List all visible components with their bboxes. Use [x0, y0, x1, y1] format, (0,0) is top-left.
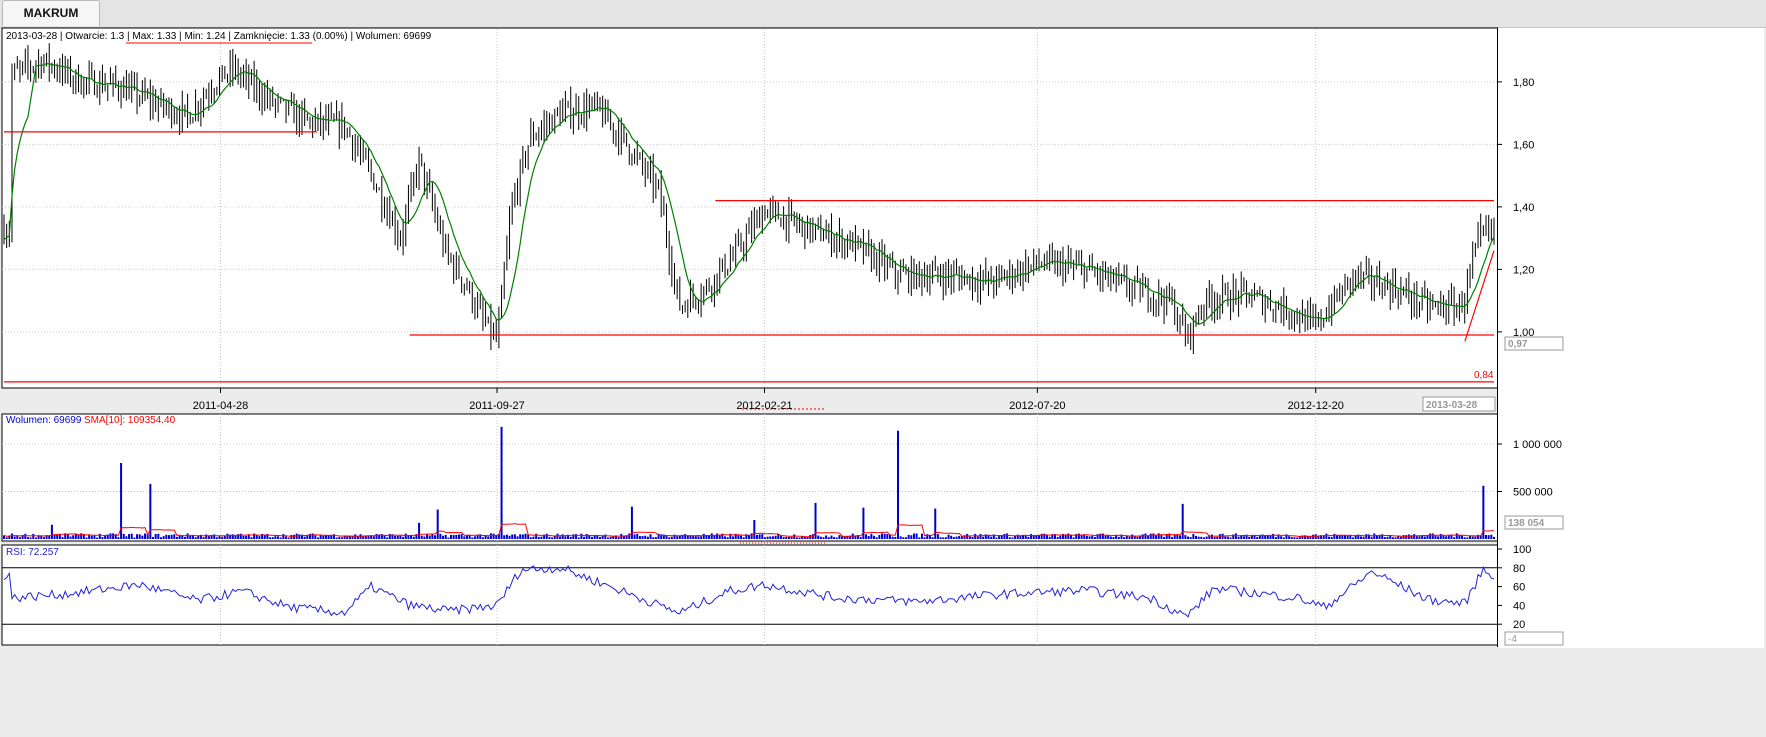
x-tick-label: 2011-09-27 [469, 400, 524, 412]
x-tick-label: 2011-04-28 [193, 400, 248, 412]
chart-svg[interactable]: 2011-04-28 2011-09-27 2012-02-21 2012-07-20… [0, 27, 1766, 737]
rsi-tick-label: 80 [1513, 563, 1525, 575]
min-label: 0,84 [1474, 370, 1494, 381]
volume-last-value-badge: 138 054 [1508, 518, 1545, 529]
tab-makrum[interactable]: MAKRUM [2, 0, 100, 26]
y-tick-label: 1,60 [1513, 139, 1534, 151]
x-tick-label: 2012-12-20 [1288, 400, 1344, 412]
volume-sma-legend: SMA[10]: 109354.40 [84, 415, 176, 426]
price-info-line: 2013-03-28 | Otwarcie: 1.3 | Max: 1.33 |… [6, 31, 432, 42]
y-tick-label: 1,20 [1513, 264, 1534, 276]
volume-legend: Wolumen: 69699 [6, 415, 82, 426]
rsi-tick-label: 40 [1513, 600, 1525, 612]
rsi-tick-label: 60 [1513, 582, 1525, 594]
tab-bar: MAKRUM [0, 0, 1766, 28]
y-tick-label: 1,40 [1513, 202, 1534, 214]
chart-frame: 2011-04-28 2011-09-27 2012-02-21 2012-07-20… [0, 27, 1766, 737]
volume-tick-label: 1 000 000 [1513, 439, 1562, 451]
rsi-tick-label: 100 [1513, 544, 1531, 556]
x-tick-label: 2012-07-20 [1009, 400, 1065, 412]
volume-panel[interactable] [1, 413, 1499, 542]
volume-tick-label: 500 000 [1513, 487, 1553, 499]
rsi-legend: RSI: 72.257 [6, 547, 59, 558]
date-badge: 2013-03-28 [1426, 400, 1478, 411]
price-last-value-badge: 0,97 [1508, 339, 1528, 350]
y-tick-label: 1,80 [1513, 77, 1534, 89]
x-tick-label: 2012-02-21 [736, 400, 792, 412]
rsi-last-value-badge: -4 [1508, 634, 1517, 645]
rsi-tick-label: 20 [1513, 619, 1525, 631]
